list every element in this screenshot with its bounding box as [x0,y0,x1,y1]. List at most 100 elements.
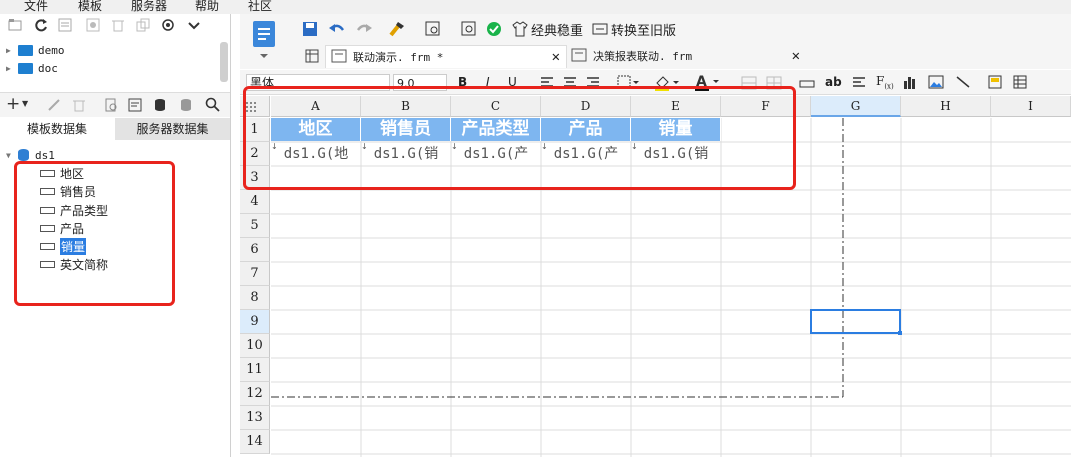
border-icon[interactable] [617,75,639,92]
undo-icon[interactable] [328,20,346,38]
dataset-node[interactable]: ▼ ds1 [6,146,55,164]
column-header-a[interactable]: A [271,96,361,117]
row-header-13[interactable]: 13 [240,406,270,430]
format-painter-icon[interactable] [388,20,406,38]
fill-color-icon[interactable] [654,75,680,94]
cell-d2[interactable]: ds1.G(产 [541,142,631,166]
cell-element-icon[interactable] [799,78,815,92]
preview-icon[interactable] [460,20,478,38]
settings-icon[interactable] [86,18,100,32]
locate-icon[interactable] [161,18,175,32]
merge-cells-icon[interactable] [741,76,757,93]
table-icon[interactable] [1013,75,1027,92]
font-family-select[interactable]: 黑体 [246,74,390,91]
expand-arrow-icon[interactable]: ▶ [6,64,18,73]
font-color-icon[interactable]: A [695,73,721,94]
column-header-h[interactable]: H [901,96,991,117]
preview-icon[interactable] [104,98,118,115]
field-item[interactable]: 产品 [40,219,84,237]
underline-icon[interactable]: U [508,75,517,89]
row-header-10[interactable]: 10 [240,334,270,358]
collapse-arrow-icon[interactable]: ▼ [6,151,18,160]
tab-server-dataset[interactable]: 服务器数据集 [115,118,230,140]
close-icon[interactable]: ✕ [792,48,800,64]
template-main-icon[interactable] [250,20,278,67]
refresh-icon[interactable] [34,18,48,32]
grid-toggle-icon[interactable] [300,45,324,67]
edit-icon[interactable] [47,98,61,115]
field-item[interactable]: 产品类型 [40,201,108,219]
menu-file[interactable]: 文件 [24,0,48,14]
row-header-11[interactable]: 11 [240,358,270,382]
column-header-i[interactable]: I [991,96,1071,117]
align-right-icon[interactable] [586,76,600,91]
field-item-selected[interactable]: 销量 [40,237,87,255]
select-all-corner[interactable] [240,96,270,117]
cell-a1[interactable]: 地区 [271,118,361,141]
row-header-2[interactable]: 2 [240,142,270,166]
tab-doc-inactive[interactable]: 决策报表联动. frm ✕ [566,45,806,67]
column-header-b[interactable]: B [361,96,451,117]
menu-help[interactable]: 帮助 [195,0,219,14]
cell-d1[interactable]: 产品 [541,118,631,141]
tree-item-doc[interactable]: ▶ doc [6,59,58,77]
expand-arrow-icon[interactable]: ▶ [6,46,18,55]
italic-icon[interactable]: I [486,75,490,89]
redo-icon[interactable] [355,20,373,38]
cell-a2[interactable]: ds1.G(地 [271,142,361,166]
menu-template[interactable]: 模板 [78,0,102,14]
template-icon[interactable] [58,18,72,32]
column-header-g[interactable]: G [811,96,901,117]
row-header-9[interactable]: 9 [240,310,270,334]
tab-template-dataset[interactable]: 模板数据集 [0,118,114,140]
row-header-8[interactable]: 8 [240,286,270,310]
tab-doc-active[interactable]: 联动演示. frm * ✕ [325,45,567,68]
chart-icon[interactable] [903,75,917,92]
row-header-7[interactable]: 7 [240,262,270,286]
selected-cell-g9[interactable] [810,309,901,334]
tree-scrollbar[interactable] [220,42,228,82]
copy-icon[interactable] [136,18,150,32]
cell-e1[interactable]: 销量 [631,118,721,141]
chevron-down-icon[interactable]: ▼ [22,99,28,108]
collapse-icon[interactable] [187,18,201,32]
field-item[interactable]: 销售员 [40,182,96,200]
align-left-icon[interactable] [540,76,554,91]
font-size-select[interactable]: 9.0 [393,74,447,91]
menu-server[interactable]: 服务器 [131,0,167,14]
align-center-icon[interactable] [563,76,577,91]
dataset-query-icon[interactable] [128,98,142,115]
rich-text-icon[interactable] [852,76,866,91]
formula-icon[interactable]: F(x) [876,74,894,90]
server-database-icon[interactable] [179,98,193,115]
column-header-c[interactable]: C [451,96,541,117]
row-header-1[interactable]: 1 [240,118,270,142]
save-icon[interactable] [301,20,319,38]
field-item[interactable]: 地区 [40,164,84,182]
text-element-icon[interactable]: ab [825,75,842,89]
cell-b1[interactable]: 销售员 [361,118,451,141]
cell-e2[interactable]: ds1.G(销 [631,142,721,166]
convert-old-version-button[interactable]: 转换至旧版 [592,20,676,39]
template-param-icon[interactable] [424,20,442,38]
remove-dataset-icon[interactable] [72,98,86,115]
menu-community[interactable]: 社区 [248,0,272,14]
column-header-f[interactable]: F [721,96,811,117]
row-header-4[interactable]: 4 [240,190,270,214]
row-header-6[interactable]: 6 [240,238,270,262]
new-folder-icon[interactable] [8,18,22,32]
slash-icon[interactable] [955,75,971,92]
cell-c1[interactable]: 产品类型 [451,118,541,141]
check-icon[interactable] [485,20,503,38]
tree-item-demo[interactable]: ▶ demo [6,41,65,59]
search-icon[interactable] [205,97,220,115]
add-dataset-icon[interactable]: + [6,94,20,114]
column-header-e[interactable]: E [631,96,721,117]
image-icon[interactable] [928,75,944,92]
fill-handle[interactable] [898,331,902,335]
close-icon[interactable]: ✕ [552,49,560,65]
cell-c2[interactable]: ds1.G(产 [451,142,541,166]
cell-b2[interactable]: ds1.G(销 [361,142,451,166]
row-header-14[interactable]: 14 [240,430,270,454]
database-icon[interactable] [153,98,167,115]
